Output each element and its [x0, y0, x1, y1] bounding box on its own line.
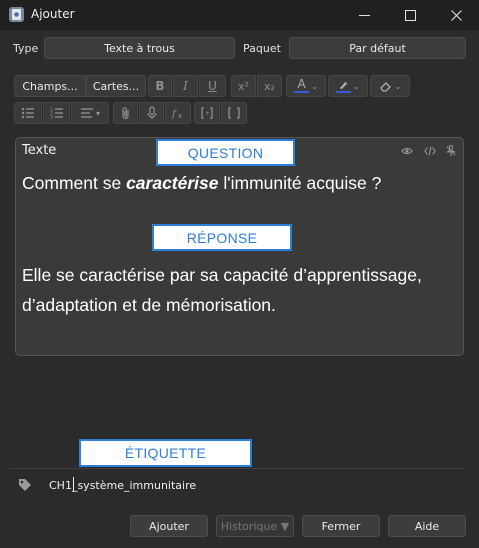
bold-icon: B: [155, 79, 165, 93]
html-editor-toggle[interactable]: [424, 142, 436, 161]
question-overlay-label: QUESTION: [156, 139, 295, 166]
close-window-button[interactable]: [433, 0, 479, 30]
highlight-button[interactable]: ⌄: [328, 75, 368, 97]
superscript-icon: x²: [238, 79, 249, 93]
eraser-icon: [379, 82, 391, 92]
bold-button[interactable]: B: [148, 75, 172, 97]
divider: [10, 468, 466, 469]
tag-input[interactable]: CH1_système_immunitaire: [49, 479, 196, 492]
cloze-same-icon: [228, 107, 240, 119]
cards-button[interactable]: Cartes...: [86, 75, 146, 97]
tag-icon[interactable]: [17, 477, 33, 493]
chevron-down-icon: ⌄: [394, 81, 402, 91]
underline-icon: U: [208, 79, 217, 93]
subscript-icon: x₂: [264, 79, 275, 93]
maximize-icon: [404, 9, 416, 21]
code-icon: [424, 146, 436, 156]
type-label: Type: [13, 42, 39, 55]
chevron-down-icon: ⌄: [353, 81, 360, 91]
deck-button[interactable]: Par défaut: [289, 37, 466, 59]
tag-overlay-label: ÉTIQUETTE: [79, 439, 252, 467]
close-button[interactable]: Fermer: [302, 515, 380, 537]
field-question-text[interactable]: Comment se caractérise l'immunité acquis…: [22, 173, 381, 194]
text-cursor: [73, 477, 74, 492]
italic-icon: I: [183, 79, 188, 93]
chevron-down-icon: ▾: [95, 108, 100, 118]
formula-button[interactable]: fx: [165, 102, 191, 124]
numbered-list-icon: 123: [50, 107, 63, 121]
bullet-list-icon: [21, 107, 34, 119]
svg-text:f: f: [171, 109, 178, 120]
window-title: Ajouter: [31, 7, 75, 21]
eye-icon: [401, 147, 413, 155]
cloze-same-button[interactable]: [221, 102, 247, 124]
text-color-icon: A: [294, 78, 310, 93]
record-audio-button[interactable]: [139, 102, 164, 124]
formula-icon: fx: [171, 109, 182, 120]
deck-label: Paquet: [243, 42, 281, 55]
attach-button[interactable]: [113, 102, 138, 124]
maximize-button[interactable]: [387, 0, 433, 30]
pin-icon: [446, 145, 456, 157]
cloze-button[interactable]: +: [194, 102, 220, 124]
svg-text:3: 3: [50, 115, 53, 121]
underline-button[interactable]: U: [199, 75, 226, 97]
help-button[interactable]: Aide: [388, 515, 466, 537]
bullet-list-button[interactable]: [14, 102, 42, 124]
microphone-icon: [146, 106, 157, 119]
cloze-icon: +: [201, 107, 213, 119]
add-button[interactable]: Ajouter: [130, 515, 208, 537]
fields-button[interactable]: Champs...: [14, 75, 86, 97]
numbered-list-button[interactable]: 123: [43, 102, 70, 124]
align-button[interactable]: ▾: [71, 102, 109, 124]
highlight-icon: [336, 80, 352, 93]
text-color-button[interactable]: A ⌄: [286, 75, 326, 97]
preview-toggle[interactable]: [401, 142, 413, 161]
field-name: Texte: [22, 143, 57, 158]
minimize-button[interactable]: [341, 0, 387, 30]
svg-text:+: +: [205, 110, 210, 117]
eraser-button[interactable]: ⌄: [370, 75, 410, 97]
svg-text:x: x: [178, 112, 182, 120]
close-icon: [450, 9, 462, 21]
field-answer-text[interactable]: Elle se caractérise par sa capacité d’ap…: [22, 261, 452, 320]
align-icon: [80, 108, 93, 118]
anki-app-icon: [8, 6, 25, 23]
attachment-icon: [121, 107, 129, 120]
answer-overlay-label: RÉPONSE: [152, 224, 292, 251]
subscript-button[interactable]: x₂: [257, 75, 282, 97]
minimize-icon: [358, 14, 370, 16]
history-button[interactable]: Historique ▼: [216, 515, 294, 537]
note-type-button[interactable]: Texte à trous: [44, 37, 235, 59]
sticky-pin-toggle[interactable]: [445, 142, 457, 161]
emphasized-word: caractérise: [126, 173, 219, 193]
italic-button[interactable]: I: [173, 75, 198, 97]
chevron-down-icon: ⌄: [311, 81, 318, 91]
superscript-button[interactable]: x²: [231, 75, 256, 97]
